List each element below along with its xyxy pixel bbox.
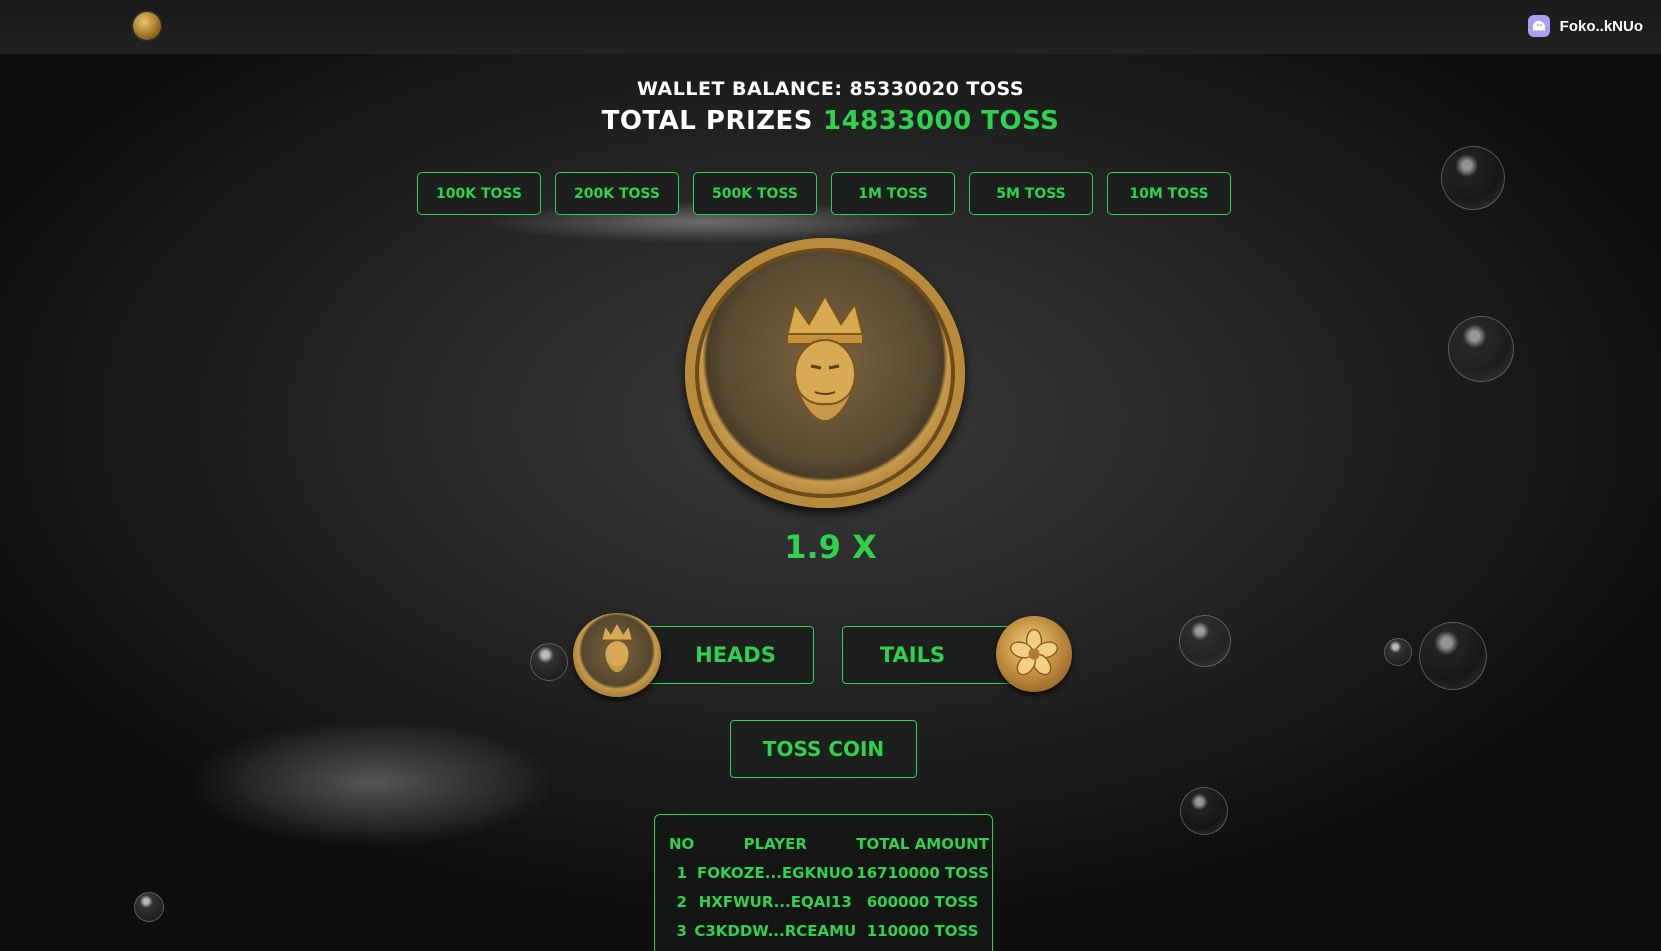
bet-10m-button[interactable]: 10M TOSS [1107, 172, 1231, 215]
king-coin-icon[interactable] [573, 613, 661, 697]
bubble-decoration [1180, 787, 1228, 835]
amount-cell: 16710000 TOSS [856, 863, 989, 882]
bubble-decoration [1448, 316, 1514, 382]
wallet-connect-button[interactable]: Foko..kNUo [1527, 14, 1643, 38]
table-row: 2 HXFWUR...EQAI13 600000 TOSS [669, 887, 989, 916]
tails-button[interactable]: TAILS [842, 626, 1019, 684]
bubble-decoration [1419, 622, 1487, 690]
rank-cell: 1 [676, 863, 687, 882]
flower-icon [1009, 629, 1059, 676]
leaderboard-header-row: NO PLAYER TOTAL AMOUNT [669, 829, 989, 858]
rank-cell: 2 [676, 892, 687, 911]
bet-100k-button[interactable]: 100K TOSS [417, 172, 541, 215]
tails-label: TAILS [879, 643, 946, 667]
total-prizes: TOTAL PRIZES 14833000 TOSS [0, 106, 1661, 136]
bet-amount-selector: 100K TOSS 200K TOSS 500K TOSS 1M TOSS 5M… [417, 172, 1231, 215]
phantom-wallet-icon [1527, 15, 1550, 37]
player-cell: C3KDDW...RCEAMU [694, 921, 857, 940]
bet-5m-button[interactable]: 5M TOSS [969, 172, 1093, 215]
bubble-decoration [1179, 615, 1231, 667]
table-row: 1 FOKOZE...EGKNUO 16710000 TOSS [669, 858, 989, 887]
leaderboard: NO PLAYER TOTAL AMOUNT 1 FOKOZE...EGKNUO… [654, 814, 993, 951]
gold-coin-logo-icon[interactable] [133, 12, 161, 40]
wallet-balance: WALLET BALANCE: 85330020 TOSS [636, 78, 1025, 100]
king-coin-icon [685, 238, 965, 508]
heads-label: HEADS [695, 643, 776, 667]
payout-multiplier: 1.9 X [784, 528, 877, 566]
king-face-icon [602, 624, 632, 673]
header-no: NO [669, 834, 695, 853]
total-prizes-label: TOTAL PRIZES [601, 106, 813, 136]
amount-cell: 110000 TOSS [866, 921, 979, 940]
toss-coin-button[interactable]: TOSS COIN [730, 720, 917, 778]
player-cell: HXFWUR...EQAI13 [698, 892, 852, 911]
bet-1m-button[interactable]: 1M TOSS [831, 172, 955, 215]
bubble-decoration [1441, 146, 1505, 210]
header-player: PLAYER [743, 834, 807, 853]
header-total-amount: TOTAL AMOUNT [856, 834, 989, 853]
bubble-decoration [530, 643, 568, 681]
player-cell: FOKOZE...EGKNUO [696, 863, 854, 882]
bubble-decoration [134, 892, 164, 922]
amount-cell: 600000 TOSS [866, 892, 979, 911]
table-row: 3 C3KDDW...RCEAMU 110000 TOSS [669, 916, 989, 945]
leaderboard-table: NO PLAYER TOTAL AMOUNT 1 FOKOZE...EGKNUO… [669, 829, 989, 945]
bubble-decoration [1384, 638, 1412, 666]
wallet-address: Foko..kNUo [1559, 17, 1643, 35]
bet-200k-button[interactable]: 200K TOSS [555, 172, 679, 215]
rank-cell: 3 [676, 921, 687, 940]
bet-500k-button[interactable]: 500K TOSS [693, 172, 817, 215]
total-prizes-value: 14833000 TOSS [822, 106, 1060, 136]
heads-button[interactable]: HEADS [637, 626, 814, 684]
flower-coin-icon[interactable] [996, 616, 1072, 692]
top-bar: Foko..kNUo [0, 0, 1661, 54]
king-face-icon [785, 296, 865, 422]
